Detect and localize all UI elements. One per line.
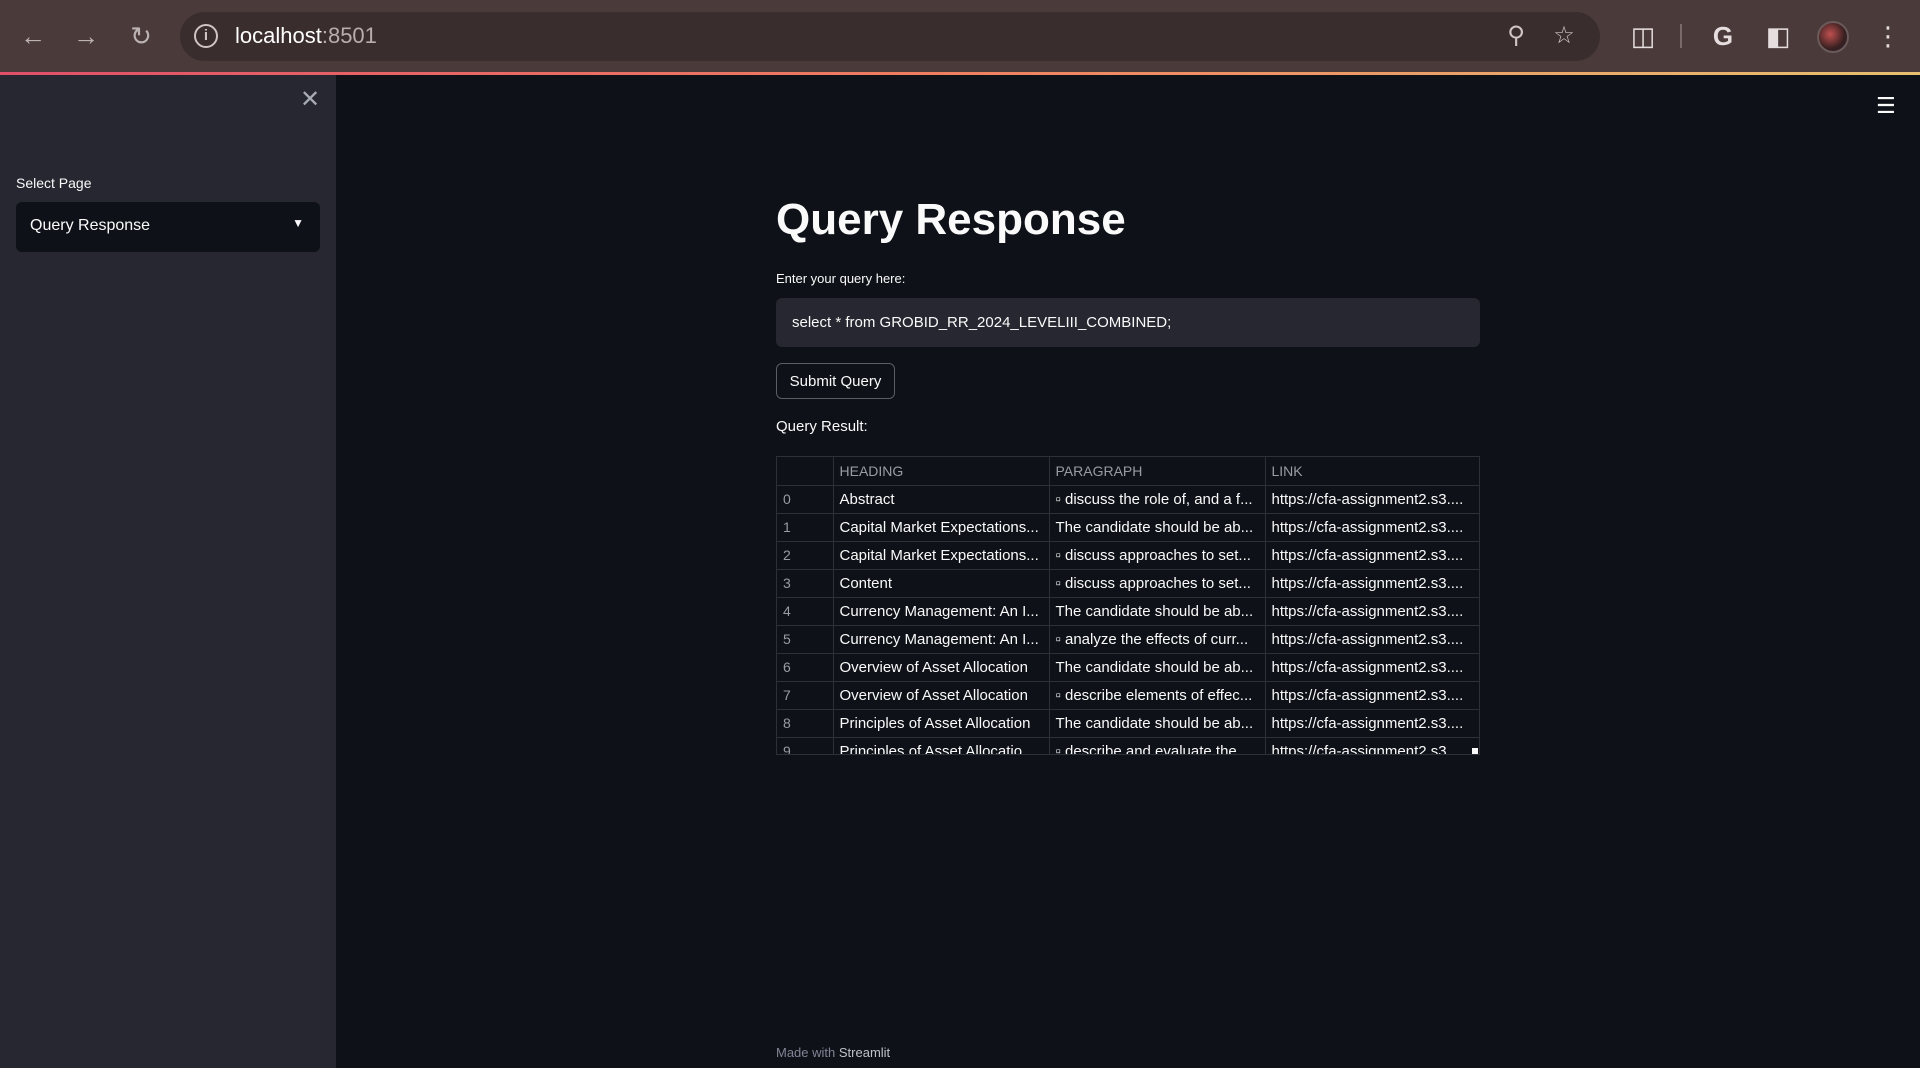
row-index[interactable]: 4 bbox=[777, 597, 834, 626]
select-page-label: Select Page bbox=[16, 175, 92, 191]
cell-heading[interactable]: Principles of Asset Allocatio... bbox=[833, 737, 1050, 754]
cell-link[interactable]: https://cfa-assignment2.s3.... bbox=[1265, 709, 1479, 738]
cell-paragraph[interactable]: ▫ describe and evaluate the... bbox=[1049, 737, 1266, 754]
side-panel-icon[interactable]: ◧ bbox=[1762, 20, 1794, 52]
cell-paragraph[interactable]: The candidate should be ab... bbox=[1049, 513, 1266, 542]
forward-arrow-icon[interactable]: → bbox=[69, 19, 103, 53]
cell-heading[interactable]: Capital Market Expectations... bbox=[833, 541, 1050, 570]
cell-link[interactable]: https://cfa-assignment2.s3.... bbox=[1265, 681, 1479, 710]
cell-link[interactable]: https://cfa-assignment2.s3.... bbox=[1265, 541, 1479, 570]
row-index[interactable]: 7 bbox=[777, 681, 834, 710]
cell-heading[interactable]: Currency Management: An I... bbox=[833, 597, 1050, 626]
row-index[interactable]: 0 bbox=[777, 485, 834, 514]
address-bar[interactable]: i localhost:8501 ⚲ ☆ bbox=[180, 12, 1600, 61]
toolbar-divider bbox=[1680, 24, 1682, 48]
zoom-icon[interactable]: ⚲ bbox=[1502, 22, 1530, 50]
cell-heading[interactable]: Currency Management: An I... bbox=[833, 625, 1050, 654]
table-row[interactable]: 9 Principles of Asset Allocatio... ▫ descr… bbox=[777, 737, 1479, 754]
cell-heading[interactable]: Principles of Asset Allocation bbox=[833, 709, 1050, 738]
kebab-menu-icon[interactable]: ⋮ bbox=[1872, 20, 1904, 52]
query-result-label: Query Result: bbox=[776, 418, 868, 435]
close-icon[interactable]: ✕ bbox=[300, 85, 320, 114]
chevron-down-icon: ▼ bbox=[292, 216, 304, 230]
cell-heading[interactable]: Overview of Asset Allocation bbox=[833, 653, 1050, 682]
table-row[interactable]: 0 Abstract ▫ discuss the role of, and a f.… bbox=[777, 485, 1479, 514]
cell-link[interactable]: https://cfa-assignment2.s3.... bbox=[1265, 625, 1479, 654]
cell-paragraph[interactable]: ▫ analyze the effects of curr... bbox=[1049, 625, 1266, 654]
url-text[interactable]: localhost:8501 bbox=[235, 23, 377, 49]
cell-paragraph[interactable]: ▫ discuss approaches to set... bbox=[1049, 541, 1266, 570]
cell-link[interactable]: https://cfa-assignment2.s3.... bbox=[1265, 569, 1479, 598]
row-index[interactable]: 5 bbox=[777, 625, 834, 654]
query-label: Enter your query here: bbox=[776, 271, 906, 286]
cell-heading[interactable]: Content bbox=[833, 569, 1050, 598]
column-header-heading[interactable]: HEADING bbox=[833, 457, 1050, 486]
column-header-link[interactable]: LINK bbox=[1265, 457, 1479, 486]
reload-icon[interactable]: ↻ bbox=[124, 19, 158, 53]
row-index[interactable]: 2 bbox=[777, 541, 834, 570]
column-header-paragraph[interactable]: PARAGRAPH bbox=[1049, 457, 1266, 486]
query-input[interactable] bbox=[776, 298, 1480, 347]
cell-link[interactable]: https://cfa-assignment2.s3.... bbox=[1265, 513, 1479, 542]
cell-link[interactable]: https://cfa-assignment2.s3.... bbox=[1265, 597, 1479, 626]
table-resize-handle[interactable] bbox=[1472, 748, 1478, 754]
row-index[interactable]: 1 bbox=[777, 513, 834, 542]
footer: Made with Streamlit bbox=[776, 1045, 890, 1060]
cell-heading[interactable]: Overview of Asset Allocation bbox=[833, 681, 1050, 710]
info-icon[interactable]: i bbox=[194, 24, 218, 48]
avatar[interactable] bbox=[1817, 21, 1849, 53]
url-host: localhost bbox=[235, 23, 322, 48]
puzzle-icon[interactable]: ◫ bbox=[1627, 20, 1659, 52]
cell-link[interactable]: https://cfa-assignment2.s3.... bbox=[1265, 737, 1479, 754]
table-header-row: HEADING PARAGRAPH LINK bbox=[777, 457, 1479, 486]
cell-paragraph[interactable]: The candidate should be ab... bbox=[1049, 597, 1266, 626]
cell-paragraph[interactable]: The candidate should be ab... bbox=[1049, 709, 1266, 738]
submit-query-button[interactable]: Submit Query bbox=[776, 363, 895, 399]
result-table[interactable]: HEADING PARAGRAPH LINK 0 Abstract ▫ discus… bbox=[776, 456, 1480, 755]
cell-heading[interactable]: Capital Market Expectations... bbox=[833, 513, 1050, 542]
sidebar: ✕ Select Page Query Response ▼ bbox=[0, 75, 336, 1068]
url-port: :8501 bbox=[321, 23, 377, 48]
cell-link[interactable]: https://cfa-assignment2.s3.... bbox=[1265, 485, 1479, 514]
page-select-value: Query Response bbox=[30, 217, 151, 234]
browser-toolbar: ← → ↻ i localhost:8501 ⚲ ☆ ◫ G ◧ ⋮ bbox=[0, 0, 1920, 74]
cell-paragraph[interactable]: ▫ discuss approaches to set... bbox=[1049, 569, 1266, 598]
page-select[interactable]: Query Response ▼ bbox=[16, 202, 320, 252]
row-index[interactable]: 6 bbox=[777, 653, 834, 682]
hamburger-menu-icon[interactable]: ☰ bbox=[1876, 93, 1896, 119]
row-index[interactable]: 9 bbox=[777, 737, 834, 754]
row-index[interactable]: 3 bbox=[777, 569, 834, 598]
table-row[interactable]: 7 Overview of Asset Allocation ▫ describe … bbox=[777, 681, 1479, 710]
table-row[interactable]: 3 Content ▫ discuss approaches to set... ht… bbox=[777, 569, 1479, 598]
cell-paragraph[interactable]: ▫ discuss the role of, and a f... bbox=[1049, 485, 1266, 514]
cell-heading[interactable]: Abstract bbox=[833, 485, 1050, 514]
google-icon[interactable]: G bbox=[1707, 20, 1739, 52]
streamlit-link[interactable]: Streamlit bbox=[839, 1045, 890, 1060]
table-row[interactable]: 8 Principles of Asset Allocation The candi… bbox=[777, 709, 1479, 738]
column-header-index[interactable] bbox=[777, 457, 834, 486]
table-row[interactable]: 1 Capital Market Expectations... The candi… bbox=[777, 513, 1479, 542]
back-arrow-icon[interactable]: ← bbox=[16, 19, 50, 53]
footer-prefix: Made with bbox=[776, 1045, 836, 1060]
star-icon[interactable]: ☆ bbox=[1550, 22, 1578, 50]
row-index[interactable]: 8 bbox=[777, 709, 834, 738]
cell-paragraph[interactable]: ▫ describe elements of effec... bbox=[1049, 681, 1266, 710]
cell-paragraph[interactable]: The candidate should be ab... bbox=[1049, 653, 1266, 682]
cell-link[interactable]: https://cfa-assignment2.s3.... bbox=[1265, 653, 1479, 682]
table-row[interactable]: 6 Overview of Asset Allocation The candida… bbox=[777, 653, 1479, 682]
table-row[interactable]: 4 Currency Management: An I... The candida… bbox=[777, 597, 1479, 626]
page-title: Query Response bbox=[776, 195, 1126, 244]
table-row[interactable]: 5 Currency Management: An I... ▫ analyze t… bbox=[777, 625, 1479, 654]
table-row[interactable]: 2 Capital Market Expectations... ▫ discuss… bbox=[777, 541, 1479, 570]
